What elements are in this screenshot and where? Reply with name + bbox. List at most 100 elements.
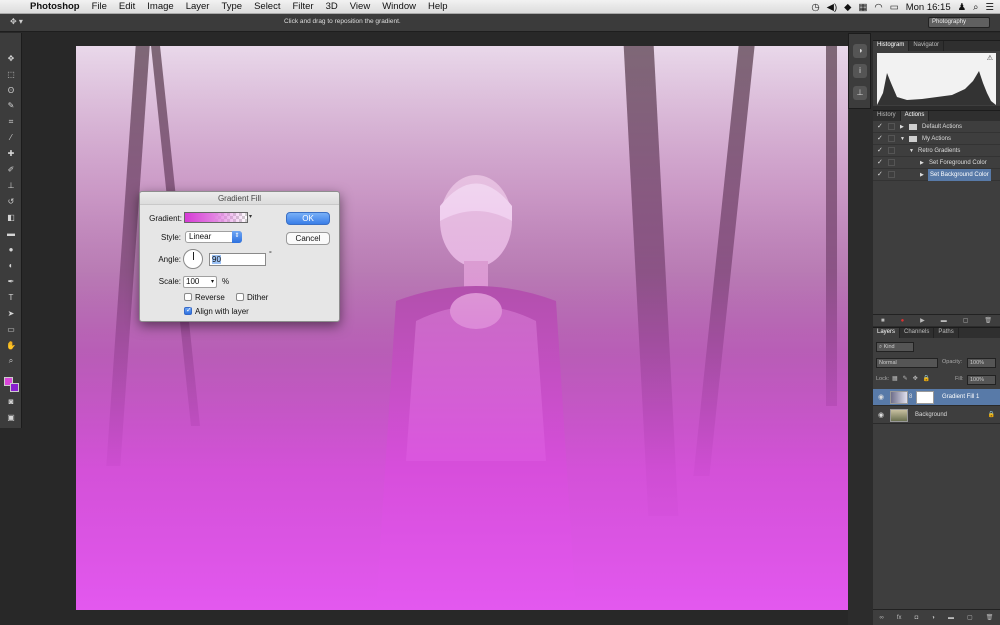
check-icon[interactable]: ✓ — [877, 169, 883, 181]
clock[interactable]: Mon 16:15 — [906, 2, 951, 13]
gradient-swatch[interactable] — [184, 212, 248, 223]
type-tool-icon[interactable]: T — [4, 292, 18, 303]
clone-stamp-tool-icon[interactable]: ⊥ — [4, 180, 18, 191]
adjustment-layer-icon[interactable]: ◑ — [931, 615, 935, 621]
triangle-down-icon[interactable]: ▼ — [909, 145, 914, 157]
pen-tool-icon[interactable]: ✒ — [4, 276, 18, 287]
style-select[interactable]: Linear ⇕ — [185, 231, 242, 243]
tab-histogram[interactable]: Histogram — [873, 41, 910, 51]
gradient-tool-icon[interactable]: ▬ — [4, 228, 18, 239]
background-color-swatch[interactable] — [10, 383, 19, 392]
eraser-tool-icon[interactable]: ◧ — [4, 212, 18, 223]
menu-select[interactable]: Select — [248, 1, 286, 12]
tab-channels[interactable]: Channels — [900, 328, 935, 338]
kind-filter-select[interactable]: ⌕ Kind — [876, 342, 914, 352]
marquee-tool-icon[interactable]: ⬚ — [4, 69, 18, 80]
angle-input[interactable]: 90 — [209, 253, 266, 266]
tab-history[interactable]: History — [873, 111, 901, 121]
brush-tool-icon[interactable]: ✐ — [4, 164, 18, 175]
eye-icon[interactable]: ◉ — [878, 407, 884, 424]
dialog-toggle-box[interactable] — [888, 171, 895, 178]
lock-icon[interactable]: 🔒 — [988, 407, 995, 424]
triangle-right-icon[interactable]: ▶ — [920, 169, 924, 181]
triangle-right-icon[interactable]: ▶ — [900, 121, 904, 133]
quick-select-tool-icon[interactable]: ✎ — [4, 100, 18, 111]
new-action-icon[interactable]: ▢ — [963, 317, 969, 324]
wifi-icon[interactable]: ◠ — [874, 2, 882, 13]
tab-paths[interactable]: Paths — [934, 328, 959, 338]
hand-tool-icon[interactable]: ✋ — [4, 340, 18, 351]
menu-filter[interactable]: Filter — [286, 1, 319, 12]
menu-view[interactable]: View — [344, 1, 376, 12]
move-tool-icon[interactable]: ✥ — [4, 53, 18, 64]
crop-tool-icon[interactable]: ⌗ — [4, 116, 18, 127]
record-icon[interactable]: ● — [901, 318, 905, 324]
scale-input[interactable]: 100 ▾ — [183, 276, 217, 288]
screen-mode-icon[interactable]: ▣ — [4, 412, 18, 423]
dialog-toggle-box[interactable] — [888, 135, 895, 142]
align-with-layer-checkbox[interactable] — [184, 306, 192, 315]
chevron-down-icon[interactable]: ▾ — [249, 213, 252, 220]
properties-icon[interactable]: ⊥ — [853, 86, 867, 100]
history-brush-tool-icon[interactable]: ↺ — [4, 196, 18, 207]
move-tool-icon[interactable]: ✥ ▾ — [10, 17, 32, 28]
shape-tool-icon[interactable]: ▭ — [4, 324, 18, 335]
volume-icon[interactable]: ◀) — [827, 2, 837, 13]
layer-row-selected[interactable]: ◉ 8 Gradient Fill 1 — [873, 389, 1000, 406]
triangle-down-icon[interactable]: ▼ — [900, 133, 905, 145]
tab-layers[interactable]: Layers — [873, 328, 901, 338]
menu-type[interactable]: Type — [215, 1, 248, 12]
new-set-icon[interactable]: ▬ — [941, 318, 947, 324]
blur-tool-icon[interactable]: ● — [4, 244, 18, 255]
spotlight-icon[interactable]: ⌕ — [973, 2, 978, 13]
tab-navigator[interactable]: Navigator — [909, 41, 945, 51]
stop-icon[interactable]: ■ — [881, 318, 885, 324]
path-select-tool-icon[interactable]: ➤ — [4, 308, 18, 319]
warning-icon[interactable]: ⚠ — [987, 54, 993, 62]
dropbox-icon[interactable]: ◆ — [844, 2, 851, 13]
menu-photoshop[interactable]: Photoshop — [24, 1, 86, 12]
angle-dial[interactable] — [183, 249, 203, 269]
dialog-toggle-box[interactable] — [888, 147, 895, 154]
fill-input[interactable]: 100% — [967, 375, 996, 385]
check-icon[interactable]: ✓ — [877, 157, 883, 169]
menu-window[interactable]: Window — [376, 1, 422, 12]
dither-checkbox[interactable] — [236, 293, 244, 301]
lasso-tool-icon[interactable]: ʘ — [4, 85, 18, 96]
layer-name[interactable]: Gradient Fill 1 — [942, 389, 979, 406]
user-icon[interactable]: ♟ — [958, 2, 967, 13]
quick-mask-icon[interactable]: ◙ — [4, 396, 18, 407]
check-icon[interactable]: ✓ — [877, 145, 883, 157]
blend-mode-select[interactable]: Normal — [876, 358, 938, 368]
action-row[interactable]: ✓ ▼ Retro Gradients — [873, 145, 1000, 157]
opacity-input[interactable]: 100% — [967, 358, 996, 368]
dialog-toggle-box[interactable] — [888, 123, 895, 130]
menu-edit[interactable]: Edit — [113, 1, 141, 12]
eye-icon[interactable]: ◉ — [878, 389, 884, 406]
action-set-row[interactable]: ✓ ▶ Default Actions — [873, 121, 1000, 133]
chevron-down-icon[interactable]: ▾ — [211, 277, 214, 287]
trash-icon[interactable]: 🗑 — [984, 317, 992, 324]
menu-help[interactable]: Help — [422, 1, 454, 12]
menu-file[interactable]: File — [86, 1, 113, 12]
adjustments-icon[interactable]: ◑ — [853, 44, 867, 58]
play-icon[interactable]: ▶ — [920, 317, 925, 324]
trash-icon[interactable]: 🗑 — [986, 614, 994, 621]
menu-3d[interactable]: 3D — [320, 1, 344, 12]
time-machine-icon[interactable]: ◷ — [811, 2, 819, 13]
layer-name[interactable]: Background — [915, 407, 947, 424]
info-icon[interactable]: i — [853, 64, 867, 78]
dodge-tool-icon[interactable]: ◐ — [4, 260, 18, 271]
reverse-checkbox[interactable] — [184, 293, 192, 301]
new-layer-icon[interactable]: ▢ — [967, 614, 973, 621]
dialog-toggle-box[interactable] — [888, 159, 895, 166]
zoom-tool-icon[interactable]: ⌕ — [4, 355, 18, 366]
new-group-icon[interactable]: ▬ — [948, 615, 954, 621]
triangle-right-icon[interactable]: ▶ — [920, 157, 924, 169]
workspace-select[interactable]: Photography — [928, 17, 990, 28]
menu-image[interactable]: Image — [141, 1, 179, 12]
document-canvas[interactable] — [76, 46, 872, 610]
add-mask-icon[interactable]: ◘ — [915, 615, 919, 621]
action-set-row[interactable]: ✓ ▼ My Actions — [873, 133, 1000, 145]
eyedropper-tool-icon[interactable]: ⁄ — [4, 132, 18, 143]
